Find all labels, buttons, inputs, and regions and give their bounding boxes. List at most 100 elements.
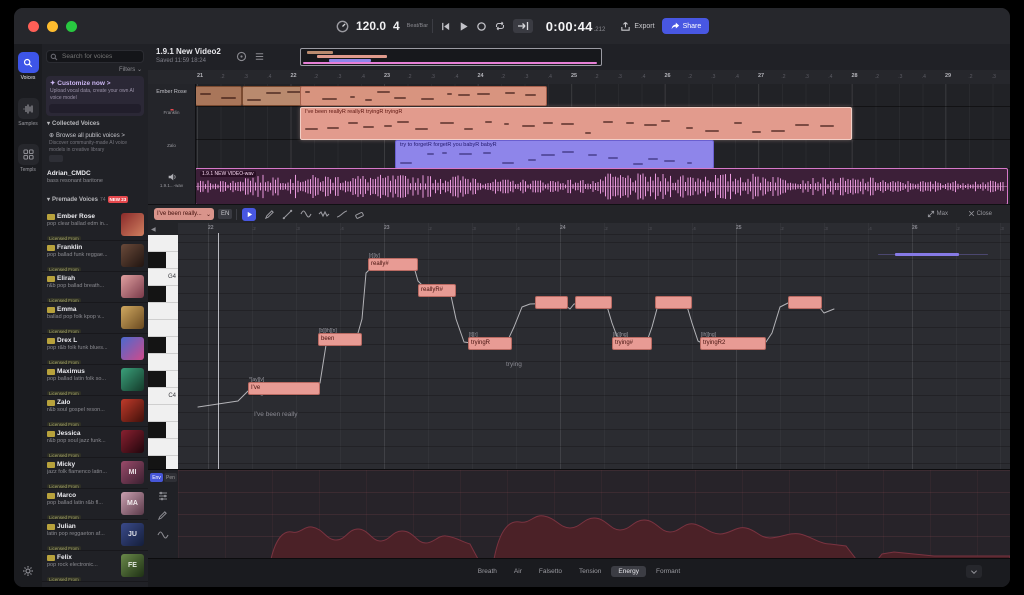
midi-note[interactable]: [ih][ng] trying#: [612, 337, 652, 350]
sidebar-item-samples[interactable]: Samples: [14, 98, 42, 127]
collected-voice-item[interactable]: Adrian_CMDC bass resonant baritone: [47, 170, 143, 184]
vibrato-tool-icon[interactable]: [318, 209, 330, 219]
ember-rose-clip[interactable]: [195, 86, 242, 106]
skip-back-button[interactable]: [440, 21, 451, 32]
sidebar-item-templates[interactable]: Templs: [14, 144, 42, 173]
midi-note[interactable]: [655, 296, 692, 309]
tempo-value[interactable]: 120.0: [356, 19, 386, 33]
voice-description: jazz folk flamenco latin...: [47, 469, 117, 475]
minimize-window-button[interactable]: [47, 21, 58, 32]
midi-note[interactable]: [788, 296, 822, 309]
midi-note[interactable]: reallyR#: [418, 284, 456, 297]
collapse-keys-button[interactable]: ◀: [148, 223, 178, 235]
franklin-vocal-clip[interactable]: I've been reallyR reallyR tryingR trying…: [300, 107, 852, 140]
voice-search-box[interactable]: [46, 50, 144, 63]
follow-playhead-button[interactable]: [513, 19, 533, 33]
voice-list-item[interactable]: Emma ballad pop folk kpop v... Licensed …: [42, 303, 148, 334]
zoom-window-button[interactable]: [66, 21, 77, 32]
voice-list-item[interactable]: Zalo r&b soul gospel reson... Licensed F…: [42, 396, 148, 427]
playhead[interactable]: [218, 233, 219, 469]
collected-voices-header[interactable]: ▾ Collected Voices: [47, 120, 100, 127]
track-header-ember[interactable]: Ember Rose: [148, 89, 195, 95]
customize-voice-card[interactable]: ✦ Customize now > Upload vocal data, cre…: [46, 76, 144, 116]
midi-note[interactable]: [535, 296, 568, 309]
collapse-panel-button[interactable]: [966, 565, 982, 578]
parameter-tab[interactable]: Air: [507, 566, 529, 577]
audio-clip[interactable]: 1.9.1 NEW VIDEO-wav: [195, 168, 1008, 204]
track-list-icon[interactable]: [254, 51, 265, 62]
avatar-initials: JU: [128, 531, 137, 538]
pencil-tool-icon[interactable]: [264, 209, 275, 220]
midi-note[interactable]: [ih][ng] tryingR2: [700, 337, 766, 350]
track-header-audio[interactable]: 1.9.1...-wav: [148, 172, 195, 188]
export-button[interactable]: Export: [620, 21, 654, 32]
voice-search-input[interactable]: [60, 52, 140, 61]
midi-note[interactable]: [b][ih][n] been: [318, 333, 362, 346]
parameter-tab[interactable]: Falsetto: [532, 566, 569, 577]
voice-list-item[interactable]: Marco pop ballad latin r&b fl... License…: [42, 489, 148, 520]
track-header-franklin[interactable]: Franklin: [148, 109, 195, 115]
midi-note[interactable]: [t][r] tryingR: [468, 337, 512, 350]
premade-count: 74: [100, 197, 106, 203]
loop-button[interactable]: [494, 20, 506, 32]
midi-note[interactable]: [575, 296, 612, 309]
curve-tool-icon[interactable]: [300, 209, 312, 219]
parameter-tab[interactable]: Energy: [611, 566, 646, 577]
time-display[interactable]: 0:00:44.212: [546, 19, 606, 34]
voice-list-item[interactable]: Maximus pop ballad latin folk so... Lice…: [42, 365, 148, 396]
arrangement-overview[interactable]: [300, 48, 602, 66]
filters-button[interactable]: Filters ⌄: [119, 66, 142, 73]
share-button[interactable]: Share: [662, 18, 710, 34]
record-button[interactable]: [476, 21, 487, 32]
parameter-tab[interactable]: Formant: [649, 566, 687, 577]
pen-mode-tab[interactable]: Pen: [164, 473, 177, 482]
parameter-tabs: Breath Air Falsetto Tension Energy Forma…: [148, 566, 1010, 577]
parameter-tab[interactable]: Breath: [471, 566, 504, 577]
line-tool-icon[interactable]: [282, 209, 293, 220]
wave-icon[interactable]: [157, 530, 169, 540]
voice-list-item[interactable]: Felix pop rock electronic... Licensed Fr…: [42, 551, 148, 582]
close-editor-button[interactable]: Close: [968, 210, 992, 217]
close-window-button[interactable]: [28, 21, 39, 32]
midi-note[interactable]: *[ay][v] I've: [248, 382, 320, 395]
eraser-tool-icon[interactable]: [354, 209, 365, 220]
beats-per-bar-value[interactable]: 4: [393, 19, 400, 33]
premade-voices-header[interactable]: ▾ Premade Voices 74 NEW 23: [47, 196, 128, 203]
maximize-editor-button[interactable]: Max: [927, 210, 948, 218]
voice-list-item[interactable]: Elirah r&b pop ballad breath... Licensed…: [42, 272, 148, 303]
ember-rose-clip[interactable]: [300, 86, 547, 106]
piano-keys[interactable]: ◀ G4C4: [148, 223, 179, 469]
voice-list-item[interactable]: Franklin pop ballad funk reggae... Licen…: [42, 241, 148, 272]
pencil-icon[interactable]: [157, 510, 168, 521]
voice-description: bass resonant baritone: [47, 178, 143, 184]
voice-description: r&b soul gospel reson...: [47, 407, 117, 413]
zalo-vocal-clip[interactable]: try to forgetR forgetR you babyR babyR: [395, 140, 714, 169]
voice-list-item[interactable]: Ember Rose pop clear ballad edm in... Li…: [42, 210, 148, 241]
piano-roll-grid[interactable]: 22.2.3.423.2.3.424.2.3.425.2.3.426.2.327…: [178, 223, 1010, 469]
transport-bar: 120.0 4 Beat/Bar 0:00:44.212 Export Shar…: [336, 8, 709, 44]
envelope-mode-tab[interactable]: Env: [150, 473, 163, 482]
metronome-icon[interactable]: [336, 20, 349, 33]
settings-gear-icon[interactable]: [22, 565, 34, 577]
voice-list-item[interactable]: Micky jazz folk flamenco latin... Licens…: [42, 458, 148, 489]
track-name: Zalo: [148, 143, 195, 148]
metronome-toggle-icon[interactable]: [236, 51, 247, 62]
parameter-curve-area[interactable]: [178, 469, 1010, 559]
sliders-icon[interactable]: [157, 490, 169, 502]
language-badge[interactable]: EN: [218, 209, 232, 219]
voice-list-item[interactable]: Jessica r&b pop soul jazz funk... Licens…: [42, 427, 148, 458]
sidebar-item-voices[interactable]: Voices: [14, 52, 42, 81]
glide-tool-icon[interactable]: [336, 209, 348, 219]
search-icon: [50, 53, 58, 61]
parameter-tab[interactable]: Tension: [572, 566, 608, 577]
current-lyric-selector[interactable]: I've been really...⌄: [154, 208, 214, 220]
voice-list-item[interactable]: Julian latin pop reggaeton af... License…: [42, 520, 148, 551]
track-header-zalo[interactable]: Zalo: [148, 142, 195, 148]
voice-list-item[interactable]: Drex L pop r&b folk funk blues... Licens…: [42, 334, 148, 365]
timeline-ruler[interactable]: 21.2.3.422.2.3.423.2.3.424.2.3.425.2.3.4…: [148, 70, 1010, 85]
midi-note[interactable]: [r][iy] really#: [368, 258, 418, 271]
ember-rose-clip[interactable]: [242, 86, 302, 106]
editor-play-button[interactable]: [242, 208, 256, 221]
play-button[interactable]: [458, 21, 469, 32]
browse-public-voices-card[interactable]: ⊕Browse all public voices > Discover com…: [46, 130, 144, 168]
